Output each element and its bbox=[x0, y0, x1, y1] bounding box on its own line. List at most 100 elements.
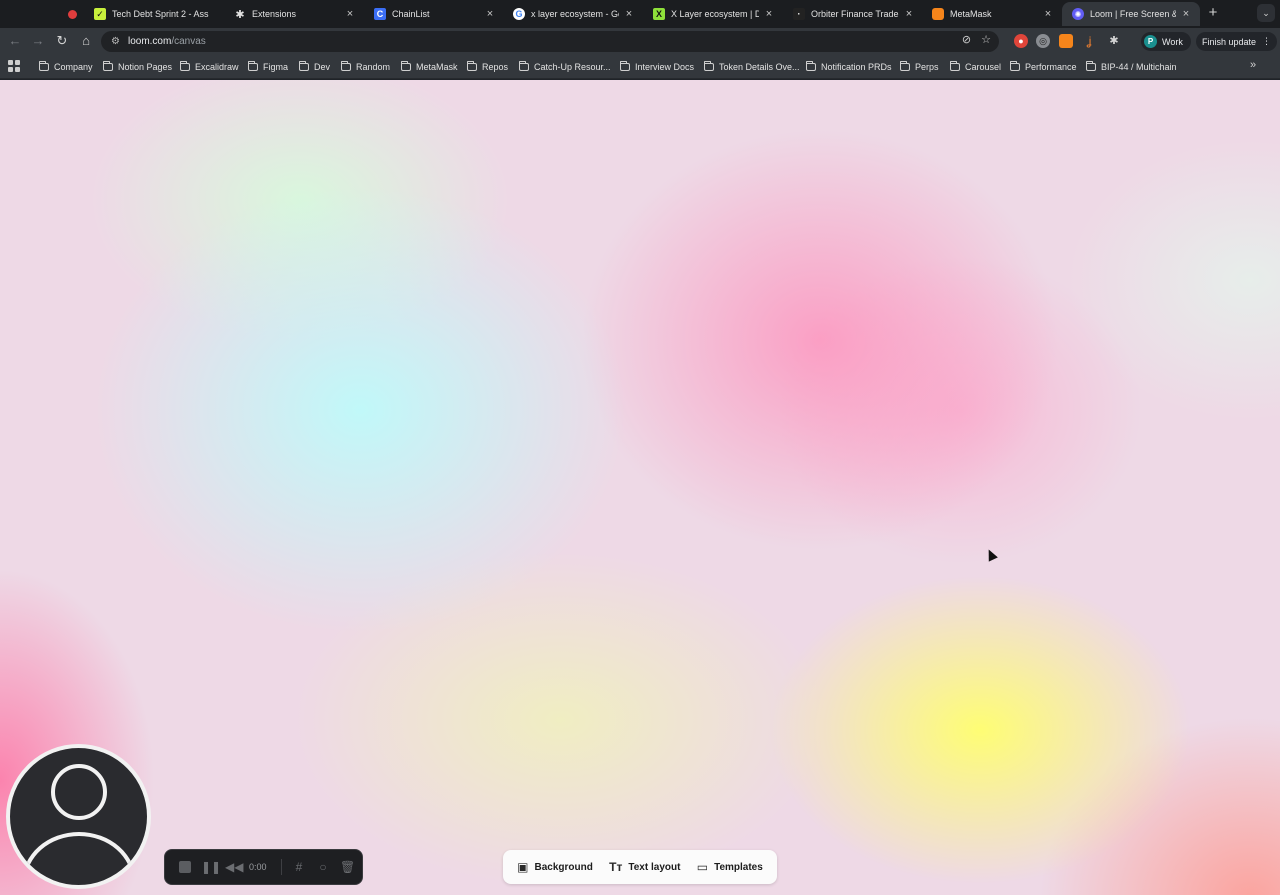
profile-button[interactable]: P Work bbox=[1141, 32, 1191, 51]
bookmark-folder[interactable]: Interview Docs bbox=[620, 59, 694, 75]
background-label: Background bbox=[534, 861, 593, 873]
trash-icon[interactable]: 🗑 bbox=[340, 860, 355, 874]
recording-timer: 0:00 bbox=[249, 862, 267, 872]
rewind-icon[interactable]: ◀◀ bbox=[225, 860, 243, 874]
folder-icon bbox=[806, 61, 816, 71]
tab-recording[interactable] bbox=[58, 2, 82, 26]
reload-icon[interactable]: ↻ bbox=[53, 32, 71, 50]
bookmark-folder[interactable]: Repos bbox=[467, 59, 508, 75]
apps-grid-icon[interactable] bbox=[8, 60, 20, 72]
divider bbox=[281, 859, 282, 875]
puzzle-extensions-icon[interactable]: ✱ bbox=[1107, 34, 1121, 48]
background-button[interactable]: ▣ Background bbox=[517, 860, 593, 874]
close-icon[interactable]: × bbox=[344, 8, 356, 20]
folder-icon bbox=[103, 61, 113, 71]
chevron-double-right-icon[interactable]: » bbox=[1250, 59, 1256, 71]
templates-button[interactable]: ▭ Templates bbox=[697, 860, 763, 874]
folder-icon bbox=[519, 61, 529, 71]
stop-icon[interactable] bbox=[179, 861, 191, 873]
folder-icon bbox=[299, 61, 309, 71]
record-icon bbox=[68, 9, 77, 19]
url-path: /canvas bbox=[171, 36, 206, 47]
chainlist-icon: C bbox=[374, 8, 386, 20]
close-icon[interactable]: × bbox=[623, 8, 635, 20]
bookmark-folder[interactable]: Random bbox=[341, 59, 390, 75]
bookmark-folder[interactable]: Carousel bbox=[950, 59, 1001, 75]
bookmark-label: BIP-44 / Multichain bbox=[1101, 62, 1177, 72]
bookmark-label: Catch-Up Resour... bbox=[534, 62, 611, 72]
tab-2[interactable]: ✱ Extensions × bbox=[224, 2, 364, 26]
close-icon[interactable]: × bbox=[484, 8, 496, 20]
extension-circle-icon[interactable]: ◎ bbox=[1036, 34, 1050, 48]
url-text: loom.com/canvas bbox=[128, 36, 206, 47]
tab-search-button[interactable]: ⌄ bbox=[1257, 4, 1275, 22]
pause-icon[interactable]: ❚❚ bbox=[201, 860, 221, 874]
bookmark-folder[interactable]: Performance bbox=[1010, 59, 1077, 75]
folder-icon bbox=[39, 61, 49, 71]
tab-6[interactable]: · Orbiter Finance Trade Et × bbox=[783, 2, 923, 26]
text-layout-button[interactable]: Tт Text layout bbox=[609, 860, 680, 874]
bookmark-label: Notification PRDs bbox=[821, 62, 892, 72]
folder-icon bbox=[248, 61, 258, 71]
folder-icon bbox=[180, 61, 190, 71]
bookmark-folder[interactable]: Catch-Up Resour... bbox=[519, 59, 611, 75]
more-vertical-icon[interactable]: ⋮ bbox=[1262, 36, 1271, 47]
bookmark-folder[interactable]: Dev bbox=[299, 59, 330, 75]
finish-update-button[interactable]: Finish update ⋮ bbox=[1196, 32, 1278, 51]
bookmark-folder[interactable]: Figma bbox=[248, 59, 288, 75]
site-info-icon[interactable]: ⚙ bbox=[111, 36, 120, 47]
bookmark-folder[interactable]: Excalidraw bbox=[180, 59, 239, 75]
folder-icon bbox=[1086, 61, 1096, 71]
extension-hook-icon[interactable]: ʝ bbox=[1082, 34, 1096, 48]
folder-icon bbox=[950, 61, 960, 71]
folder-icon bbox=[900, 61, 910, 71]
close-icon[interactable]: × bbox=[1180, 8, 1192, 20]
url-host: loom.com bbox=[127, 36, 172, 47]
loom-extension-icon[interactable]: ● bbox=[1014, 34, 1028, 48]
tab-3[interactable]: C ChainList × bbox=[364, 2, 504, 26]
close-icon[interactable]: × bbox=[763, 8, 775, 20]
home-icon[interactable]: ⌂ bbox=[77, 32, 95, 50]
canvas-toolbar: ▣ Background Tт Text layout ▭ Templates bbox=[503, 850, 777, 884]
eye-slash-icon[interactable]: ⊘ bbox=[962, 33, 971, 46]
bookmark-folder[interactable]: MetaMask bbox=[401, 59, 458, 75]
bookmark-folder[interactable]: BIP-44 / Multichain bbox=[1086, 59, 1177, 75]
grid-hash-icon[interactable]: # bbox=[292, 860, 306, 874]
browser-toolbar: ← → ↻ ⌂ ⚙ loom.com/canvas ⊘ ☆ ● ◎ ʝ ✱ P … bbox=[0, 28, 1280, 55]
tab-8-active[interactable]: ✺ Loom | Free Screen & Vi × bbox=[1062, 2, 1200, 26]
folder-icon bbox=[620, 61, 630, 71]
tab-5[interactable]: X X Layer ecosystem | DAp × bbox=[643, 2, 783, 26]
bookmark-star-icon[interactable]: ☆ bbox=[981, 33, 991, 46]
bookmark-folder[interactable]: Notification PRDs bbox=[806, 59, 892, 75]
folder-icon bbox=[467, 61, 477, 71]
bookmark-folder[interactable]: Notion Pages bbox=[103, 59, 172, 75]
puzzle-icon: ✱ bbox=[235, 8, 245, 21]
metamask-extension-icon[interactable] bbox=[1059, 34, 1073, 48]
close-icon[interactable]: × bbox=[903, 8, 915, 20]
text-layout-label: Text layout bbox=[628, 861, 681, 873]
tab-1[interactable]: ✓ Tech Debt Sprint 2 - Ass bbox=[84, 2, 224, 26]
new-tab-button[interactable]: + bbox=[1204, 4, 1222, 22]
tab-7[interactable]: MetaMask × bbox=[922, 2, 1062, 26]
bookmark-folder[interactable]: Company bbox=[39, 59, 93, 75]
tab-strip: ✓ Tech Debt Sprint 2 - Ass ✱ Extensions … bbox=[0, 0, 1280, 28]
restart-circle-icon[interactable]: ○ bbox=[316, 860, 330, 874]
camera-bubble[interactable] bbox=[6, 744, 151, 889]
bookmark-folder[interactable]: Token Details Ove... bbox=[704, 59, 800, 75]
bookmark-label: Notion Pages bbox=[118, 62, 173, 72]
forward-arrow-icon[interactable]: → bbox=[29, 32, 47, 50]
avatar: P bbox=[1144, 35, 1157, 48]
loom-canvas[interactable] bbox=[0, 80, 1280, 895]
tab-4[interactable]: G x layer ecosystem - Goo × bbox=[503, 2, 643, 26]
tab-title: Tech Debt Sprint 2 - Ass bbox=[112, 9, 209, 19]
image-icon: ▣ bbox=[517, 860, 529, 874]
tab-title: x layer ecosystem - Goo bbox=[531, 9, 619, 19]
back-arrow-icon[interactable]: ← bbox=[6, 32, 24, 50]
tab-title: Extensions bbox=[252, 9, 297, 19]
bookmark-folder[interactable]: Perps bbox=[900, 59, 939, 75]
close-icon[interactable]: × bbox=[1042, 8, 1054, 20]
address-bar[interactable]: ⚙ loom.com/canvas ⊘ ☆ bbox=[101, 31, 999, 52]
x-layer-icon: X bbox=[653, 8, 665, 20]
avatar-shoulders-icon bbox=[22, 832, 136, 885]
bookmark-label: Token Details Ove... bbox=[719, 62, 800, 72]
